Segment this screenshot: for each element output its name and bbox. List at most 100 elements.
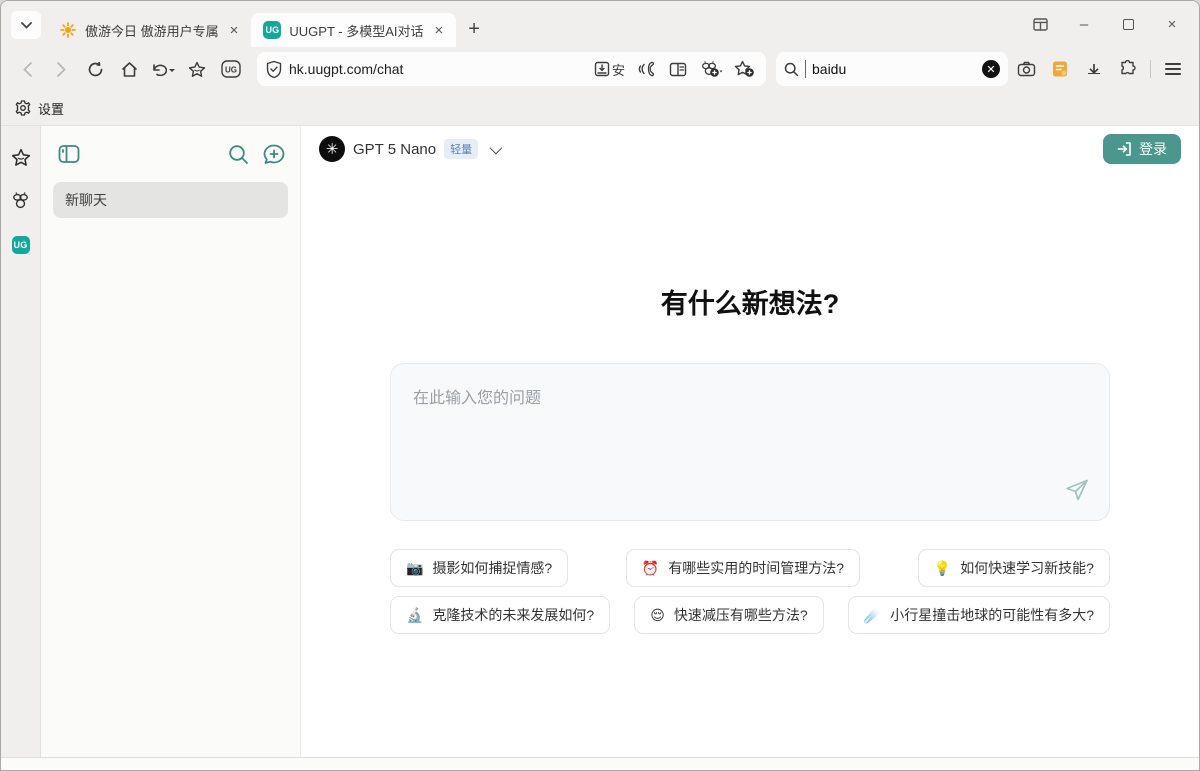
undo-icon [151,62,167,76]
undo-close-tab-button[interactable] [147,53,179,85]
sunburst-icon [59,21,77,39]
save-install-icon [594,61,610,77]
tab-close-icon[interactable]: × [432,22,447,39]
login-label: 登录 [1139,139,1167,159]
download-icon [1087,64,1101,75]
suggestion-text: 如何快速学习新技能? [960,558,1094,578]
clear-search-icon[interactable]: ✕ [982,60,1000,78]
new-tab-button[interactable]: + [456,18,492,47]
minimize-button[interactable]: – [1067,11,1101,37]
address-bar-actions: 安 [591,55,758,83]
add-bookmark-button[interactable] [730,55,758,83]
chat-list-item-new[interactable]: 新聊天 [53,182,288,218]
openai-logo: ✳ [319,136,345,162]
home-button[interactable] [113,53,145,85]
browser-toolbar: UG hk.uugpt.com/chat 安 [1,47,1199,91]
tab-title: UUGPT - 多模型AI对话 [289,21,423,40]
sidebar-toggle-icon[interactable] [55,140,83,168]
chat-sidebar-header [53,140,288,168]
chat-sidebar: 新聊天 [41,126,301,757]
home-icon [121,61,138,78]
bookmarks-bar: 设置 [1,91,1199,125]
suggestion-chip[interactable]: ☄️ 小行星撞击地球的可能性有多大? [848,596,1110,634]
reader-mode-button[interactable] [664,55,692,83]
url-text[interactable]: hk.uugpt.com/chat [289,61,591,77]
screenshot-camera-icon [1017,61,1036,77]
suggestion-text: 快速减压有哪些方法? [674,605,808,625]
notes-icon [1051,60,1069,78]
comet-emoji-icon: ☄️ [864,607,881,624]
suggestion-text: 小行星撞击地球的可能性有多大? [890,605,1094,625]
search-input[interactable] [812,61,982,77]
svg-text:UG: UG [225,66,237,75]
paper-plane-icon [1065,479,1089,501]
menu-button[interactable] [1157,53,1189,85]
welcome-heading: 有什么新想法? [661,282,840,321]
notes-button[interactable] [1044,53,1076,85]
model-name: GPT 5 Nano [353,141,436,158]
screenshot-button[interactable] [1010,53,1042,85]
save-install-label: 安 [612,60,625,79]
reload-icon [87,61,104,78]
read-aloud-icon [637,61,656,77]
maximize-button[interactable] [1111,11,1145,37]
close-button[interactable]: × [1155,11,1189,37]
suggestion-chips: 📷 摄影如何捕捉情感? ⏰ 有哪些实用的时间管理方法? 💡 如何快速学习新技能?… [390,549,1110,634]
bookmark-settings[interactable]: 设置 [38,99,64,118]
bee-add-icon [699,61,723,78]
suggestion-chip[interactable]: 📷 摄影如何捕捉情感? [390,549,568,587]
camera-emoji-icon: 📷 [406,560,423,577]
maximize-icon [1123,19,1134,30]
favorites-star-icon[interactable] [10,146,32,168]
ug-icon: UG [221,60,241,78]
back-icon [23,62,32,77]
tab-list-dropdown-button[interactable] [11,11,41,39]
ug-badge-icon[interactable]: UG [10,234,32,256]
extensions-button[interactable] [1112,53,1144,85]
search-chats-icon[interactable] [224,140,252,168]
new-chat-icon[interactable] [260,140,288,168]
chat-main: ✳ GPT 5 Nano 轻量 登录 有什么新想法? [301,126,1199,757]
prompt-input[interactable] [391,364,1109,474]
forward-button[interactable] [45,53,77,85]
tab-title: 傲游今日 傲游用户专属 [85,21,219,40]
search-engine-caret[interactable] [801,60,806,78]
suggestion-text: 克隆技术的未来发展如何? [432,605,594,625]
model-selector[interactable]: ✳ GPT 5 Nano 轻量 [319,136,499,162]
search-box[interactable]: ✕ [776,52,1008,86]
suggestion-chip[interactable]: ⏰ 有哪些实用的时间管理方法? [626,549,860,587]
boss-key-panel-icon[interactable] [1023,11,1057,37]
tab-bar: 傲游今日 傲游用户专属 × UG UUGPT - 多模型AI对话 × + – × [1,1,1199,47]
suggestion-chip[interactable]: 🔬 克隆技术的未来发展如何? [390,596,610,634]
search-icon [784,62,799,77]
login-button[interactable]: 登录 [1103,134,1181,164]
reload-button[interactable] [79,53,111,85]
reader-mode-icon [669,62,687,77]
prompt-input-card[interactable] [390,363,1110,521]
tab-uugpt[interactable]: UG UUGPT - 多模型AI对话 × [251,13,456,47]
suggestion-chip[interactable]: 💡 如何快速学习新技能? [918,549,1110,587]
tab-maxthon-today[interactable]: 傲游今日 傲游用户专属 × [47,13,251,47]
bee-icon[interactable] [10,190,32,212]
suggestion-text: 有哪些实用的时间管理方法? [668,558,844,578]
favorites-star-icon [188,61,206,78]
read-aloud-button[interactable] [632,55,660,83]
menu-icon [1165,63,1181,75]
suggestion-text: 摄影如何捕捉情感? [432,558,552,578]
gear-icon [15,100,31,116]
relieved-face-emoji-icon: 😌 [650,607,665,624]
login-icon [1117,142,1132,156]
save-install-button[interactable]: 安 [591,55,628,83]
forward-icon [57,62,66,77]
address-bar[interactable]: hk.uugpt.com/chat 安 [257,52,766,86]
bulb-emoji-icon: 💡 [934,560,951,577]
ug-toolbar-button[interactable]: UG [215,53,247,85]
favorites-button[interactable] [181,53,213,85]
downloads-button[interactable] [1078,53,1110,85]
bee-collect-button[interactable] [696,55,726,83]
chevron-down-icon [490,141,503,154]
back-button[interactable] [11,53,43,85]
tab-close-icon[interactable]: × [227,22,242,39]
suggestion-chip[interactable]: 😌 快速减压有哪些方法? [634,596,823,634]
send-button[interactable] [1065,479,1089,506]
